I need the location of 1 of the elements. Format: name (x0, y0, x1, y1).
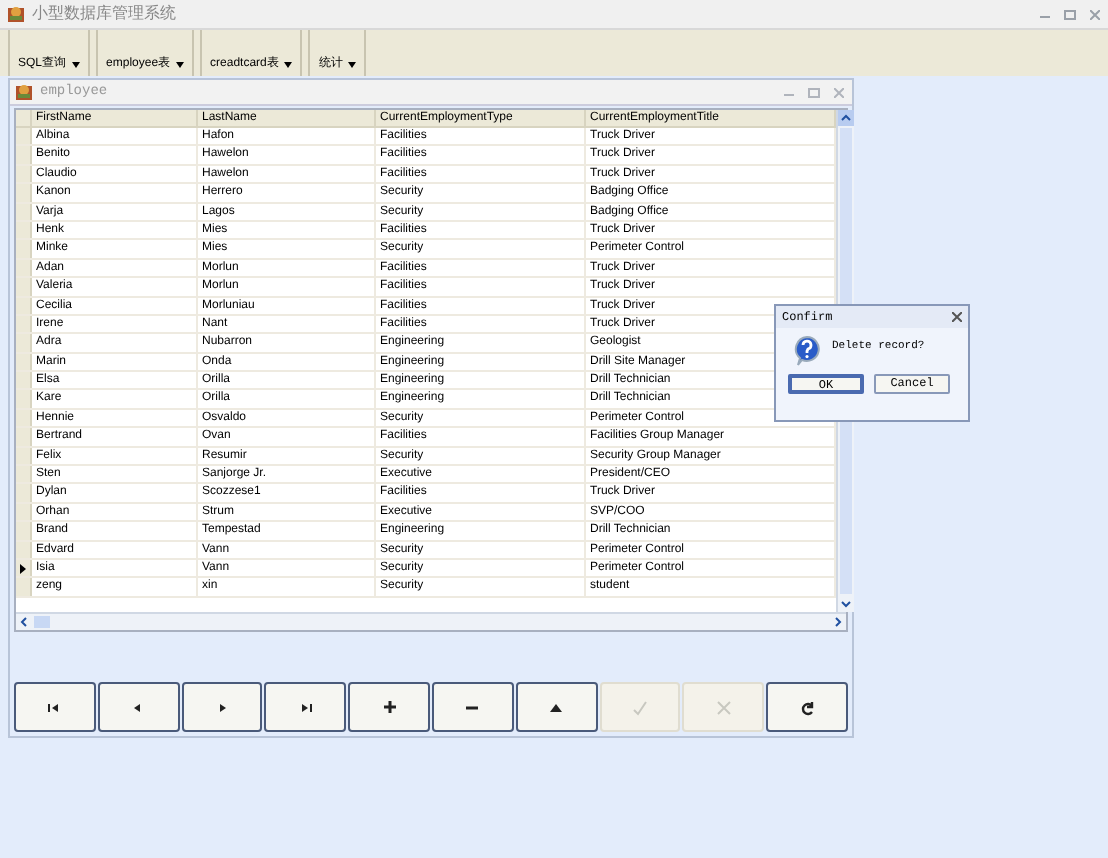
window-title: 小型数据库管理系统 (32, 2, 176, 26)
